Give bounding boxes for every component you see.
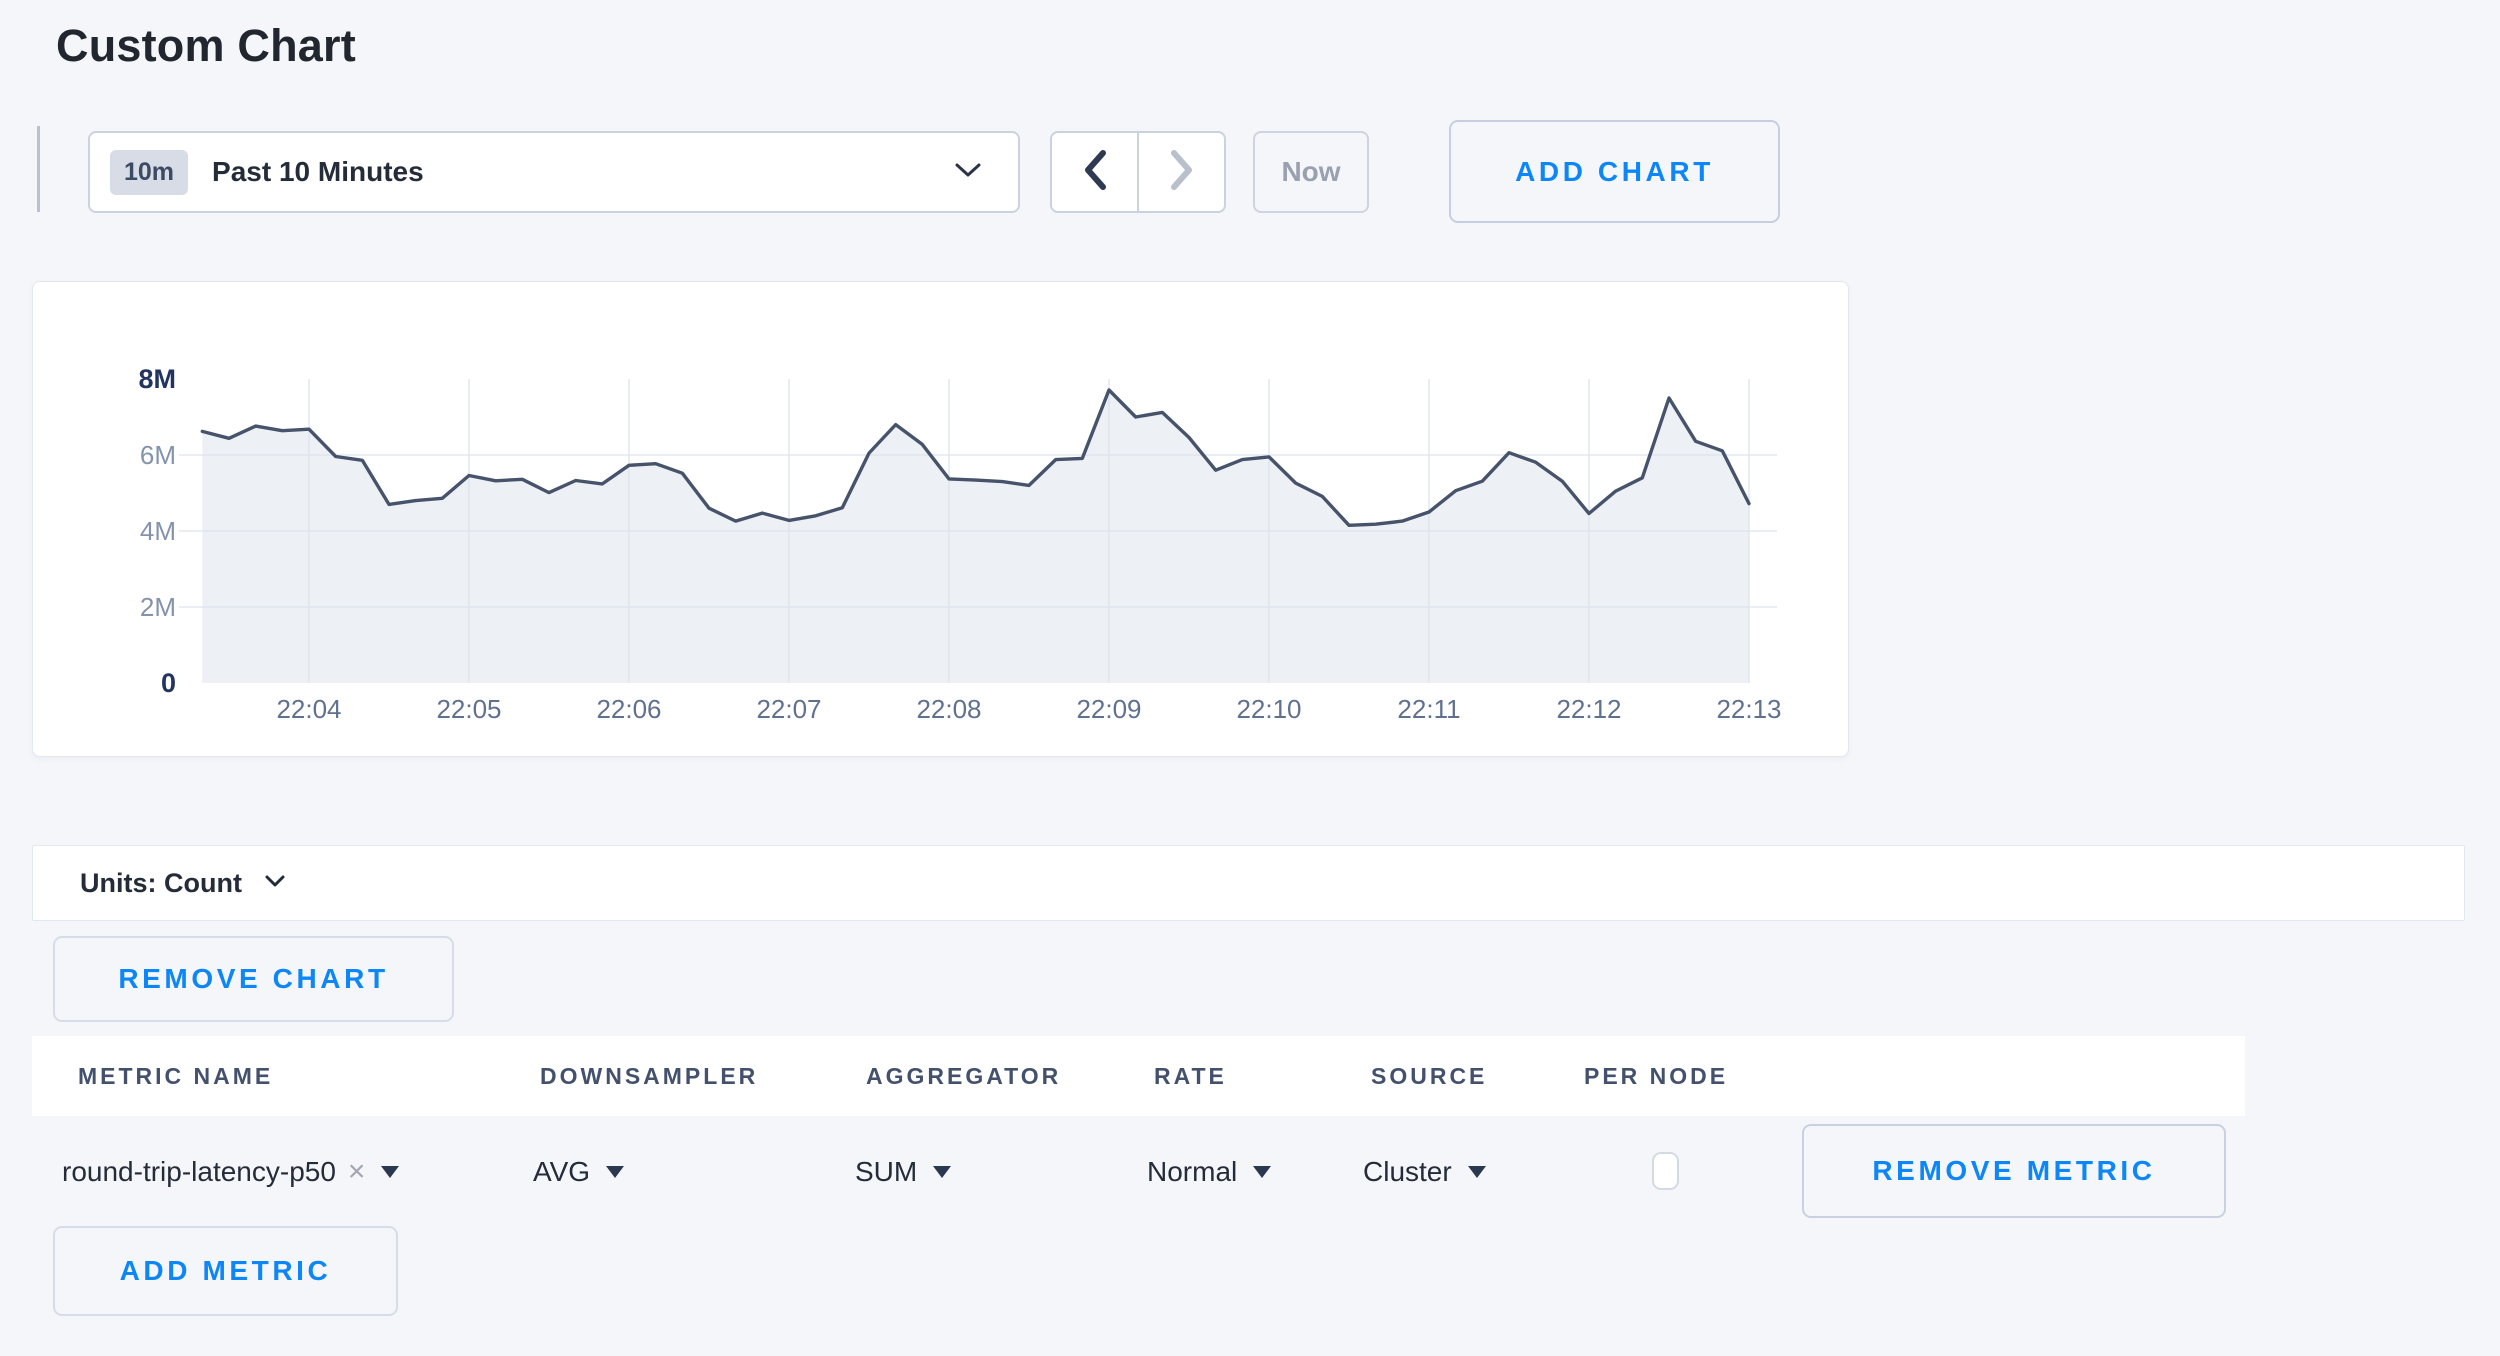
time-range-badge: 10m [110,150,188,195]
source-dropdown[interactable]: Cluster [1363,1144,1486,1200]
col-source: SOURCE [1371,1036,1487,1116]
svg-text:22:07: 22:07 [756,694,821,724]
units-dropdown[interactable]: Units: Count [32,845,2465,921]
aggregator-value: SUM [855,1156,917,1188]
prev-button[interactable] [1052,133,1137,211]
chart-card: 0 2M 4M 6M 8M 22:04 22:05 22:06 22:07 22:08 22:09 2… [32,281,1849,757]
source-value: Cluster [1363,1156,1452,1188]
col-aggregator: AGGREGATOR [866,1036,1061,1116]
col-downsampler: DOWNSAMPLER [540,1036,758,1116]
now-button[interactable]: Now [1253,131,1369,213]
caret-down-icon [1468,1166,1486,1178]
chevron-right-icon [1169,149,1195,196]
downsampler-value: AVG [533,1156,590,1188]
col-metric-name: METRIC NAME [78,1036,273,1116]
svg-text:22:05: 22:05 [436,694,501,724]
caret-down-icon [606,1166,624,1178]
per-node-checkbox[interactable] [1652,1152,1679,1190]
svg-text:22:06: 22:06 [596,694,661,724]
metric-name-dropdown[interactable]: round-trip-latency-p50 × [62,1144,399,1200]
rate-value: Normal [1147,1156,1237,1188]
col-rate: RATE [1154,1036,1227,1116]
svg-text:22:11: 22:11 [1397,694,1460,724]
svg-text:22:12: 22:12 [1556,694,1621,724]
add-chart-button[interactable]: ADD CHART [1449,120,1780,223]
svg-text:8M: 8M [138,364,176,394]
metric-name-value: round-trip-latency-p50 [62,1156,336,1188]
chevron-down-icon [954,161,982,184]
rate-dropdown[interactable]: Normal [1147,1144,1271,1200]
latency-chart-svg: 0 2M 4M 6M 8M 22:04 22:05 22:06 22:07 22:08 22:09 2… [33,282,1848,756]
units-label: Units: Count [80,868,242,899]
svg-text:22:13: 22:13 [1716,694,1781,724]
svg-text:2M: 2M [140,592,176,622]
time-range-label: Past 10 Minutes [212,156,424,188]
time-pager [1050,131,1226,213]
time-range-dropdown[interactable]: 10m Past 10 Minutes [88,131,1020,213]
downsampler-dropdown[interactable]: AVG [533,1144,624,1200]
chevron-down-icon [264,874,286,893]
svg-text:22:08: 22:08 [916,694,981,724]
col-per-node: PER NODE [1584,1036,1728,1116]
page-title: Custom Chart [56,20,356,72]
remove-chart-button[interactable]: REMOVE CHART [53,936,454,1022]
svg-text:22:09: 22:09 [1076,694,1141,724]
svg-text:22:10: 22:10 [1236,694,1301,724]
svg-text:0: 0 [161,668,176,698]
svg-text:4M: 4M [140,516,176,546]
svg-text:6M: 6M [140,440,176,470]
caret-down-icon [933,1166,951,1178]
remove-tag-icon[interactable]: × [348,1155,366,1189]
metrics-table-header: METRIC NAME DOWNSAMPLER AGGREGATOR RATE … [32,1036,2245,1116]
custom-chart-page: Custom Chart 10m Past 10 Minutes Now ADD… [0,0,2500,1356]
remove-metric-button[interactable]: REMOVE METRIC [1802,1124,2226,1218]
svg-text:22:04: 22:04 [276,694,341,724]
caret-down-icon [381,1166,399,1178]
caret-down-icon [1253,1166,1271,1178]
aggregator-dropdown[interactable]: SUM [855,1144,951,1200]
toolbar-accent-line [37,126,40,212]
chevron-left-icon [1082,149,1108,196]
add-metric-button[interactable]: ADD METRIC [53,1226,398,1316]
next-button[interactable] [1137,133,1224,211]
